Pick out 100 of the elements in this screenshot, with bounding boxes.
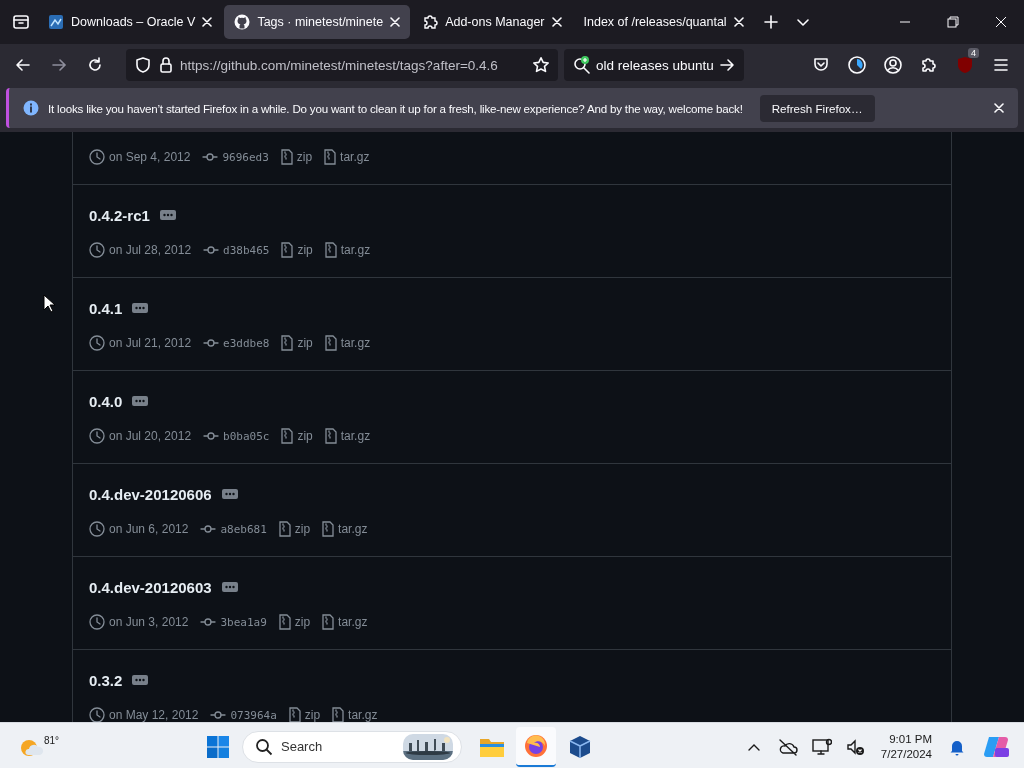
windows-start-icon — [206, 734, 230, 759]
targz-download-link[interactable]: tar.gz — [340, 150, 370, 164]
zip-download-link[interactable]: zip — [294, 615, 311, 629]
notification-message: It looks like you haven’t started Firefox in a while. Do you want to clean it up for a fresh, like-new experience? And by the way, welcome back! — [48, 101, 743, 115]
commit-link[interactable]: 3bea1a9 — [220, 615, 267, 629]
close-icon[interactable] — [994, 103, 1004, 113]
shield-icon — [134, 56, 152, 74]
clock-button[interactable]: 9:01 PM 7/27/2024 — [874, 731, 938, 762]
file-zip-icon — [324, 428, 337, 444]
file-zip-icon — [280, 149, 293, 165]
back-icon — [14, 56, 32, 74]
ellipsis-icon[interactable] — [132, 675, 149, 685]
tag-date: on Jun 6, 2012 — [109, 522, 189, 536]
commit-link[interactable]: b0ba05c — [223, 429, 270, 443]
tab-title: Tags · minetest/minete — [257, 15, 384, 29]
account-icon — [883, 55, 903, 75]
tag-link[interactable]: 0.4.dev-20120606 — [89, 485, 212, 503]
tab-list-icon — [12, 13, 30, 31]
clock-icon — [89, 149, 105, 165]
close-icon — [995, 16, 1007, 28]
close-icon[interactable] — [551, 17, 562, 27]
tag-date: on Jun 3, 2012 — [109, 615, 189, 629]
clock-icon — [89, 335, 105, 351]
ellipsis-icon[interactable] — [221, 489, 238, 499]
targz-download-link[interactable]: tar.gz — [340, 243, 371, 257]
zip-download-link[interactable]: zip — [294, 522, 311, 536]
commit-link[interactable]: 073964a — [230, 708, 277, 722]
tag-link[interactable]: 0.4.0 — [89, 392, 123, 410]
browser-tab[interactable]: Tags · minetest/minete — [224, 5, 411, 39]
circle-gauge-icon — [847, 55, 867, 75]
firefox-button[interactable] — [516, 726, 556, 767]
tag-link[interactable]: 0.3.2 — [89, 671, 123, 689]
search-icon — [572, 55, 592, 75]
file-zip-icon — [281, 428, 294, 444]
ellipsis-icon[interactable] — [132, 396, 149, 406]
ellipsis-icon[interactable] — [221, 582, 238, 592]
tab-title: Downloads – Oracle V — [71, 15, 196, 29]
cloud-off-icon — [777, 737, 798, 756]
file-zip-icon — [322, 521, 335, 537]
menu-icon — [992, 56, 1010, 74]
tag-link[interactable]: 0.4.2-rc1 — [89, 206, 150, 224]
commit-link[interactable]: d38b465 — [223, 243, 270, 257]
file-zip-icon — [324, 149, 337, 165]
tag-link[interactable]: 0.4.dev-20120603 — [89, 578, 212, 596]
shield-icon — [956, 56, 974, 74]
reload-icon — [86, 56, 104, 74]
clock-icon — [89, 242, 105, 258]
restore-icon — [947, 16, 959, 28]
clock-icon — [89, 428, 105, 444]
arrow-right-icon[interactable] — [718, 56, 736, 74]
zip-download-link[interactable]: zip — [304, 708, 321, 722]
url-text: https://github.com/minetest/minetest/tags?after=0.4.6 — [180, 57, 499, 73]
commit-link[interactable]: e3ddbe8 — [223, 336, 270, 350]
forward-icon — [50, 56, 68, 74]
targz-download-link[interactable]: tar.gz — [338, 522, 368, 536]
ellipsis-icon[interactable] — [132, 303, 149, 313]
file-zip-icon — [281, 242, 294, 258]
clock-icon — [89, 707, 105, 722]
close-icon[interactable] — [733, 17, 744, 27]
lock-icon — [158, 56, 174, 74]
commit-link[interactable]: a8eb681 — [220, 522, 267, 536]
temperature-text: 81° — [44, 734, 60, 746]
zip-download-link[interactable]: zip — [296, 150, 313, 164]
close-icon[interactable] — [202, 17, 213, 27]
monitor-icon — [811, 737, 832, 756]
count-badge: 4 — [968, 48, 979, 58]
tag-date: on Jul 21, 2012 — [109, 336, 192, 350]
star-icon[interactable] — [532, 56, 550, 74]
ublock-button[interactable]: 4 — [950, 50, 980, 80]
taskbar-search-field[interactable]: Search — [242, 730, 462, 763]
puzzle-icon — [422, 14, 439, 30]
info-icon — [23, 100, 39, 116]
mouse-cursor-icon — [43, 294, 55, 313]
zip-download-link[interactable]: zip — [297, 429, 313, 443]
targz-download-link[interactable]: tar.gz — [338, 615, 368, 629]
file-zip-icon — [332, 707, 345, 722]
web-search-field[interactable]: old releases ubuntu — [564, 49, 744, 81]
zip-download-link[interactable]: zip — [297, 243, 313, 257]
zip-download-link[interactable]: zip — [297, 336, 313, 350]
close-icon[interactable] — [390, 17, 401, 27]
browser-tab[interactable]: Index of /releases/quantal — [573, 5, 754, 39]
browser-tab[interactable]: Add-ons Manager — [412, 5, 572, 39]
file-zip-icon — [278, 614, 291, 630]
firefox-icon — [524, 733, 548, 758]
targz-download-link[interactable]: tar.gz — [348, 708, 378, 722]
tag-link[interactable]: 0.4.1 — [89, 299, 123, 317]
clock-icon — [89, 614, 105, 630]
targz-download-link[interactable]: tar.gz — [340, 429, 371, 443]
file-zip-icon — [324, 335, 337, 351]
tag-date: on Sep 4, 2012 — [109, 150, 191, 164]
targz-download-link[interactable]: tar.gz — [340, 336, 371, 350]
browser-tab[interactable]: Downloads – Oracle V — [38, 5, 223, 39]
github-icon — [234, 14, 251, 30]
refresh-firefox-button[interactable]: Refresh Firefox… — [759, 94, 875, 122]
pocket-icon — [812, 56, 830, 74]
plus-icon — [762, 14, 779, 30]
ellipsis-icon[interactable] — [159, 210, 176, 220]
commit-link[interactable]: 9696ed3 — [222, 150, 269, 164]
address-bar[interactable]: https://github.com/minetest/minetest/tags?after=0.4.6 — [126, 49, 558, 81]
clock-icon — [89, 521, 105, 537]
